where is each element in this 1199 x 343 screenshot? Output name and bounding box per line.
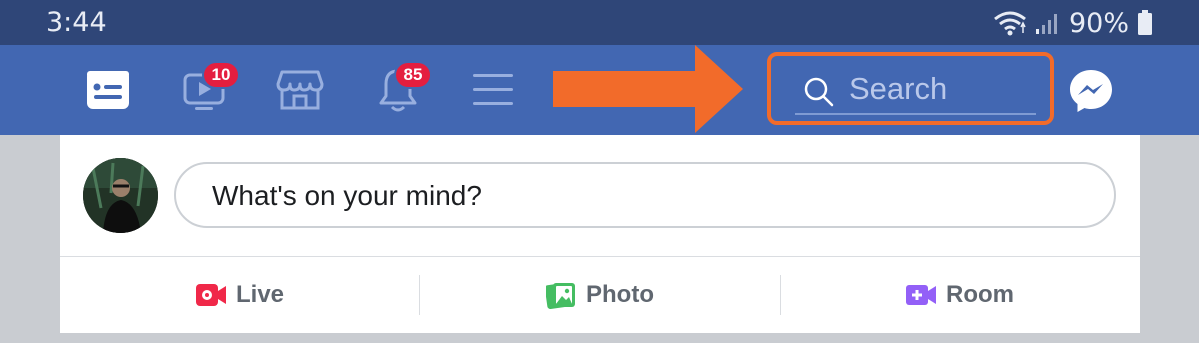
battery-icon [1138, 10, 1152, 35]
room-button[interactable]: Room [780, 257, 1140, 333]
wifi-icon [994, 11, 1026, 36]
room-video-icon [906, 285, 936, 305]
photo-icon [546, 282, 575, 309]
live-video-icon [195, 284, 226, 306]
search-placeholder: Search [849, 71, 948, 106]
hamburger-menu-icon [473, 74, 513, 105]
videos-badge: 10 [202, 61, 240, 89]
search-underline [795, 113, 1036, 115]
search-bar[interactable]: Search [767, 52, 1054, 125]
photo-button[interactable]: Photo [420, 257, 780, 333]
status-time: 3:44 [46, 7, 107, 38]
marketplace-icon [276, 70, 324, 110]
live-button[interactable]: Live [60, 257, 420, 333]
search-icon [804, 77, 834, 107]
marketplace-tab[interactable] [274, 45, 326, 135]
avatar[interactable] [83, 158, 158, 233]
notifications-badge: 85 [394, 61, 432, 89]
news-feed-icon [87, 71, 129, 109]
status-bar: 3:44 90% [0, 0, 1199, 45]
annotation-arrow [553, 45, 743, 133]
menu-tab[interactable] [470, 45, 516, 135]
live-label: Live [235, 281, 285, 308]
watch-tab[interactable] [176, 45, 232, 135]
room-label: Room [946, 281, 1014, 308]
news-feed-tab[interactable] [84, 45, 132, 135]
status-icons: 90% [993, 7, 1153, 39]
messenger-icon [1070, 70, 1112, 112]
status-composer-card: What's on your mind? Live Photo Room [60, 135, 1140, 333]
photo-label: Photo [586, 281, 654, 308]
battery-percent: 90% [1068, 7, 1129, 39]
profile-photo-icon [83, 158, 158, 233]
whats-on-your-mind-input[interactable]: What's on your mind? [174, 162, 1116, 228]
notifications-tab[interactable] [372, 45, 424, 135]
messenger-button[interactable] [1068, 68, 1114, 119]
signal-icon [1035, 14, 1057, 34]
composer-placeholder: What's on your mind? [212, 180, 482, 211]
